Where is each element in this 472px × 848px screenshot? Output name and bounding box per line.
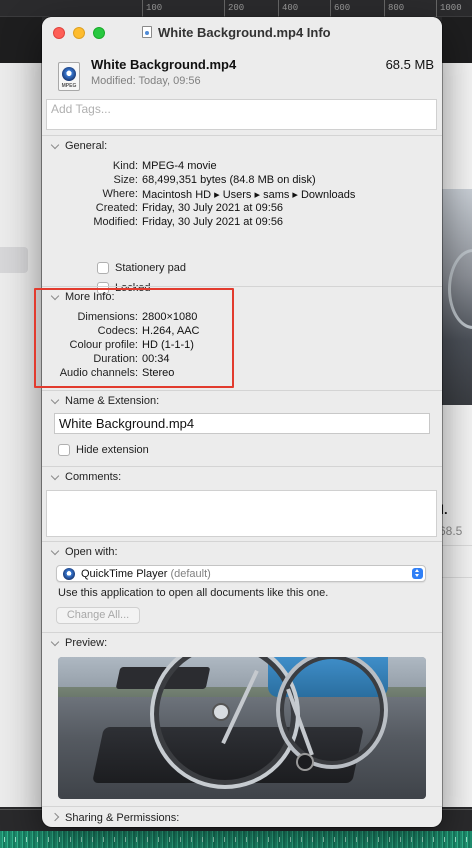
file-size: 68.5 MB <box>385 57 434 72</box>
general-disclosure[interactable]: General: <box>52 140 107 152</box>
sharing-permissions-section: Sharing & Permissions: <box>42 806 442 827</box>
general-details: Kind: MPEG-4 movie Size: 68,499,351 byte… <box>42 160 442 240</box>
ruler-label: 600 <box>334 3 351 13</box>
section-heading: Comments: <box>65 471 122 483</box>
detail-key: Where: <box>102 188 138 200</box>
open-with-popup[interactable]: QuickTime Player (default) <box>56 565 426 582</box>
comments-disclosure[interactable]: Comments: <box>52 471 121 483</box>
timeline-ruler: 100 200 400 600 800 1000 <box>0 0 472 17</box>
file-type-label: MPEG <box>61 83 77 89</box>
file-name-field[interactable] <box>54 413 430 434</box>
comments-field[interactable] <box>46 490 437 537</box>
chevron-down-icon[interactable] <box>52 472 59 479</box>
ruler-label: 200 <box>228 3 245 13</box>
section-heading: Open with: <box>65 546 118 558</box>
checkbox-label: Hide extension <box>76 444 149 456</box>
file-name: White Background.mp4 <box>91 57 237 72</box>
section-heading: Name & Extension: <box>65 395 160 407</box>
detail-value: Friday, 30 July 2021 at 09:56 <box>142 202 284 214</box>
checkbox-label: Stationery pad <box>115 262 186 274</box>
quicktime-icon <box>62 67 76 81</box>
chevron-down-icon[interactable] <box>52 547 59 554</box>
general-section: General: Kind: MPEG-4 movie Size: 68,499… <box>42 135 442 305</box>
section-heading: Preview: <box>65 637 108 649</box>
ruler-tick <box>278 0 279 17</box>
background-sidebar <box>0 17 42 807</box>
open-with-hint: Use this application to open all documen… <box>58 587 329 599</box>
chevron-right-icon[interactable] <box>52 813 59 820</box>
detail-key: Created: <box>95 202 138 214</box>
close-button[interactable] <box>53 27 65 39</box>
ruler-tick <box>384 0 385 17</box>
minimize-button[interactable] <box>73 27 85 39</box>
background-preview-image <box>442 189 472 405</box>
title-bar[interactable]: White Background.mp4 Info <box>42 17 442 48</box>
annotation-highlight-box <box>34 288 234 388</box>
chevron-down-icon[interactable] <box>52 141 59 148</box>
ruler-tick <box>436 0 437 17</box>
quicktime-icon <box>63 568 75 580</box>
checkbox-box[interactable] <box>97 262 109 274</box>
default-suffix: (default) <box>170 568 211 580</box>
preview-disclosure[interactable]: Preview: <box>52 637 107 649</box>
modified-date: Modified: Today, 09:56 <box>91 75 201 87</box>
detail-key: Size: <box>113 174 138 186</box>
sharing-permissions-disclosure[interactable]: Sharing & Permissions: <box>52 812 179 824</box>
ruler-tick <box>142 0 143 17</box>
window-title-text: White Background.mp4 Info <box>158 25 331 40</box>
ruler-tick <box>224 0 225 17</box>
section-heading: Sharing & Permissions: <box>65 812 180 824</box>
stationery-pad-checkbox[interactable]: Stationery pad <box>97 262 186 274</box>
mpeg-file-icon: MPEG <box>58 62 80 91</box>
divider <box>442 577 472 578</box>
background-toolbar <box>0 17 42 63</box>
detail-key: Kind: <box>112 160 138 172</box>
section-heading: General: <box>65 140 108 152</box>
hide-extension-checkbox[interactable]: Hide extension <box>58 444 149 456</box>
chevron-down-icon[interactable] <box>52 396 59 403</box>
detail-value: 68,499,351 bytes (84.8 MB on disk) <box>142 174 316 186</box>
tags-input[interactable] <box>47 100 436 129</box>
get-info-window: White Background.mp4 Info MPEG White Bac… <box>42 17 442 827</box>
file-name-input[interactable] <box>55 414 429 433</box>
popup-label: QuickTime Player (default) <box>81 568 211 580</box>
divider <box>442 545 472 546</box>
chevron-down-icon[interactable] <box>52 638 59 645</box>
video-preview[interactable] <box>58 657 426 799</box>
ruler-tick <box>330 0 331 17</box>
ruler-label: 1000 <box>440 3 462 13</box>
background-toolbar <box>442 17 472 63</box>
checkbox-box[interactable] <box>58 444 70 456</box>
ruler-label: 100 <box>146 3 163 13</box>
background-sidebar-selection[interactable] <box>0 247 28 273</box>
background-file-size: 68.5 <box>439 524 463 538</box>
ruler-label: 800 <box>388 3 405 13</box>
popup-stepper-icon[interactable] <box>412 568 423 579</box>
zoom-button[interactable] <box>93 27 105 39</box>
detail-value: Macintosh HD ▸ Users ▸ sams ▸ Downloads <box>142 189 356 201</box>
document-icon <box>142 26 152 38</box>
change-all-button[interactable]: Change All... <box>56 607 140 624</box>
background-finder-panel: d. 68.5 <box>436 17 472 807</box>
open-with-disclosure[interactable]: Open with: <box>52 546 118 558</box>
tags-field[interactable] <box>46 99 437 130</box>
detail-key: Modified: <box>93 216 138 228</box>
name-extension-disclosure[interactable]: Name & Extension: <box>52 395 159 407</box>
detail-value: MPEG-4 movie <box>142 160 217 172</box>
detail-value: Friday, 30 July 2021 at 09:56 <box>142 216 284 228</box>
window-title: White Background.mp4 Info <box>142 25 382 40</box>
app-name: QuickTime Player <box>81 568 168 580</box>
ruler-label: 400 <box>282 3 299 13</box>
